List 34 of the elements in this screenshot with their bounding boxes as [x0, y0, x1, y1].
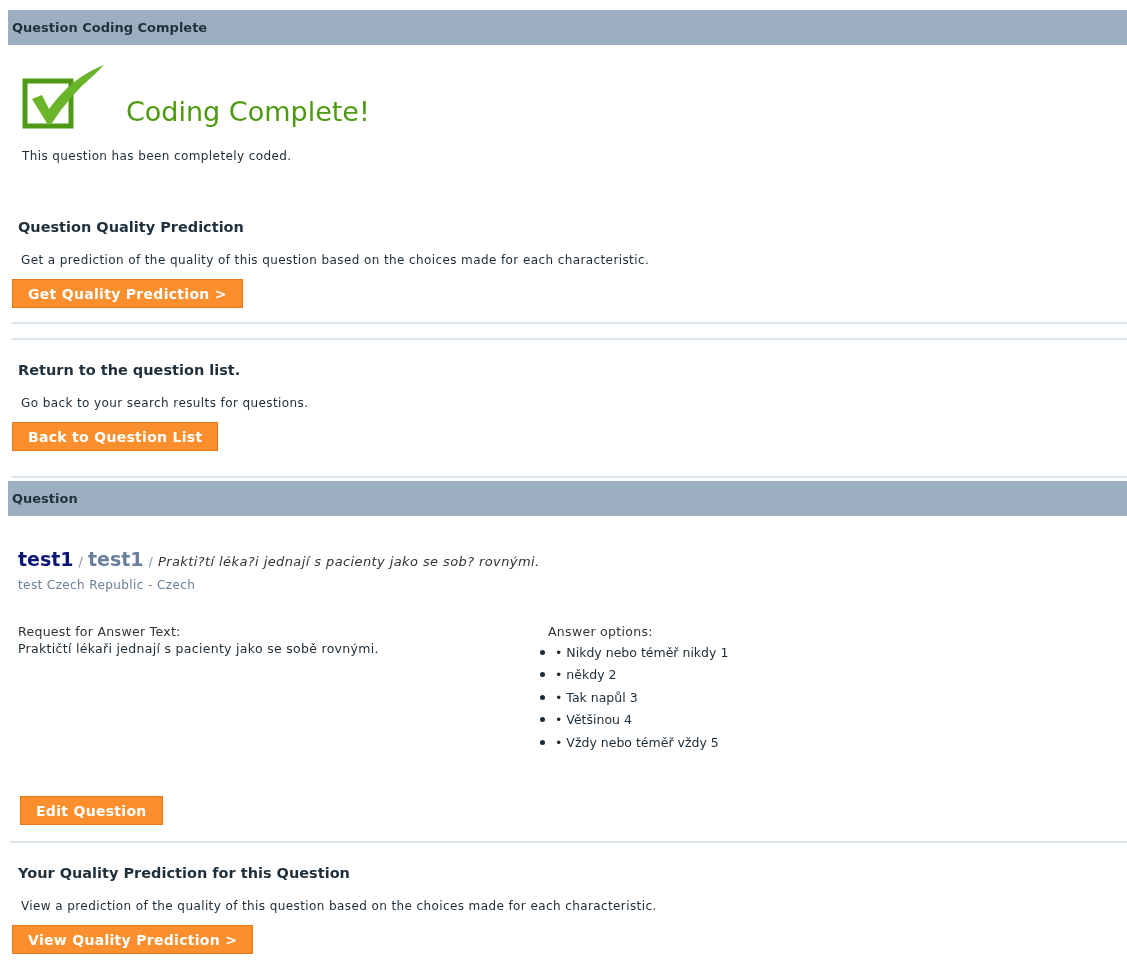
field-label: Request for Answer Text:	[18, 624, 182, 639]
get-prediction-button[interactable]: Get Quality Prediction >	[12, 279, 243, 308]
bullet-icon	[540, 649, 545, 655]
bullet-icon	[540, 739, 545, 745]
section-description: View a prediction of the quality of this question based on the choices made for each characteristic.	[20, 897, 658, 913]
question-subtitle: test Czech Republic - Czech	[18, 578, 197, 592]
question-name-link[interactable]: test1	[88, 548, 144, 570]
panel-header: Question	[8, 481, 1127, 516]
answer-option: • Vždy nebo téměř vždy 5	[555, 734, 719, 750]
bullet-icon	[540, 694, 545, 700]
separator: /	[78, 554, 83, 569]
answer-option: • někdy 2	[555, 667, 617, 683]
section-description: Go back to your search results for questions.	[20, 395, 310, 410]
question-text: Prakti?tí léka?i jednají s pacienty jako se sob? rovnými.	[157, 554, 540, 569]
separator: /	[148, 554, 153, 569]
bullet-icon	[540, 717, 545, 723]
field-label: Answer options:	[547, 624, 654, 639]
panel-header: Question Coding Complete	[8, 10, 1127, 45]
answer-option: • Tak napůl 3	[555, 689, 638, 705]
section-heading: Question Quality Prediction	[17, 219, 245, 235]
view-prediction-button[interactable]: View Quality Prediction >	[12, 924, 254, 954]
answer-option: • Nikdy nebo téměř nikdy 1	[555, 644, 729, 660]
section-heading: Your Quality Prediction for this Question	[17, 864, 351, 881]
edit-question-button[interactable]: Edit Question	[20, 795, 163, 825]
request-text: Praktičtí lékaři jednají s pacienty jako se sobě rovnými.	[18, 641, 380, 656]
success-title: Coding Complete!	[126, 96, 370, 127]
bullet-icon	[540, 672, 545, 678]
success-message: This question has been completely coded.	[21, 148, 293, 163]
checkmark-icon	[22, 65, 106, 131]
question-id-link[interactable]: test1	[18, 548, 74, 570]
answer-option: • Většinou 4	[555, 712, 632, 728]
section-description: Get a prediction of the quality of this question based on the choices made for each characteristic.	[20, 252, 651, 267]
section-heading: Return to the question list.	[17, 362, 242, 378]
back-button[interactable]: Back to Question List	[12, 422, 219, 451]
